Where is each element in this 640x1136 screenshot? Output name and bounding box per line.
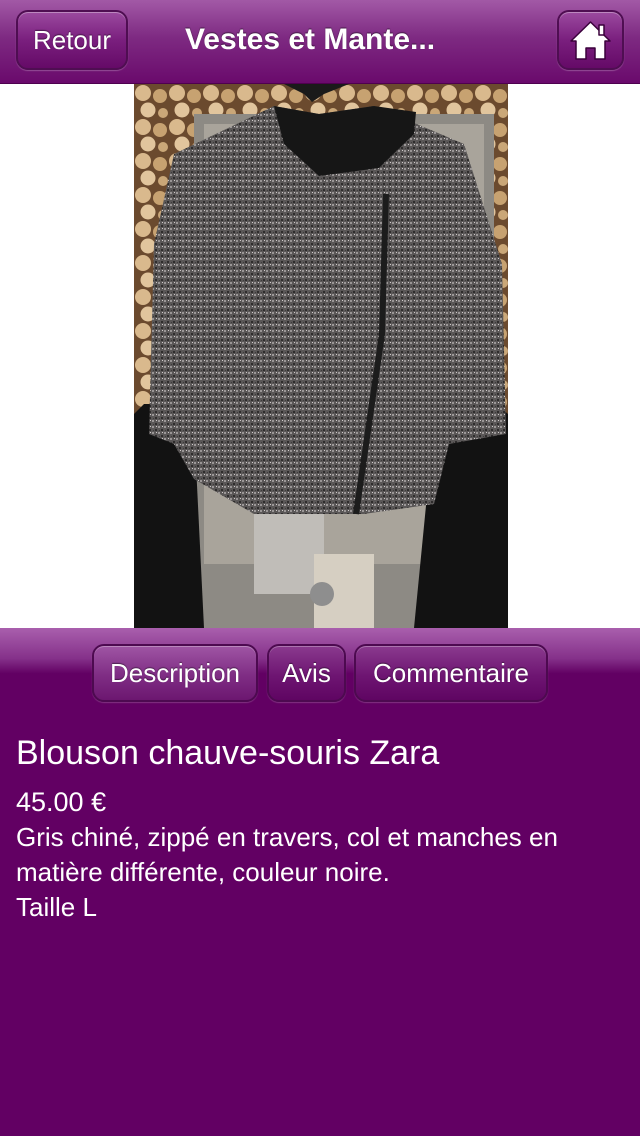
- tab-avis[interactable]: Avis: [267, 644, 346, 702]
- product-price: 45.00 €: [16, 787, 107, 817]
- home-button[interactable]: [557, 10, 624, 70]
- product-description: Gris chiné, zippé en travers, col et man…: [16, 822, 558, 887]
- product-photo-area: [0, 84, 640, 628]
- navigation-bar: Retour Vestes et Mante...: [0, 0, 640, 84]
- product-title: Blouson chauve-souris Zara: [16, 734, 440, 772]
- back-button[interactable]: Retour: [16, 10, 128, 70]
- product-details: Blouson chauve-souris Zara 45.00 € Gris …: [16, 730, 624, 925]
- tab-description[interactable]: Description: [92, 644, 258, 702]
- tab-commentaire[interactable]: Commentaire: [354, 644, 548, 702]
- tab-bar: Description Avis Commentaire: [0, 628, 640, 704]
- page-title: Vestes et Mante...: [184, 23, 436, 56]
- product-photo: [134, 84, 508, 628]
- home-icon: [570, 21, 611, 60]
- product-size: Taille L: [16, 892, 97, 922]
